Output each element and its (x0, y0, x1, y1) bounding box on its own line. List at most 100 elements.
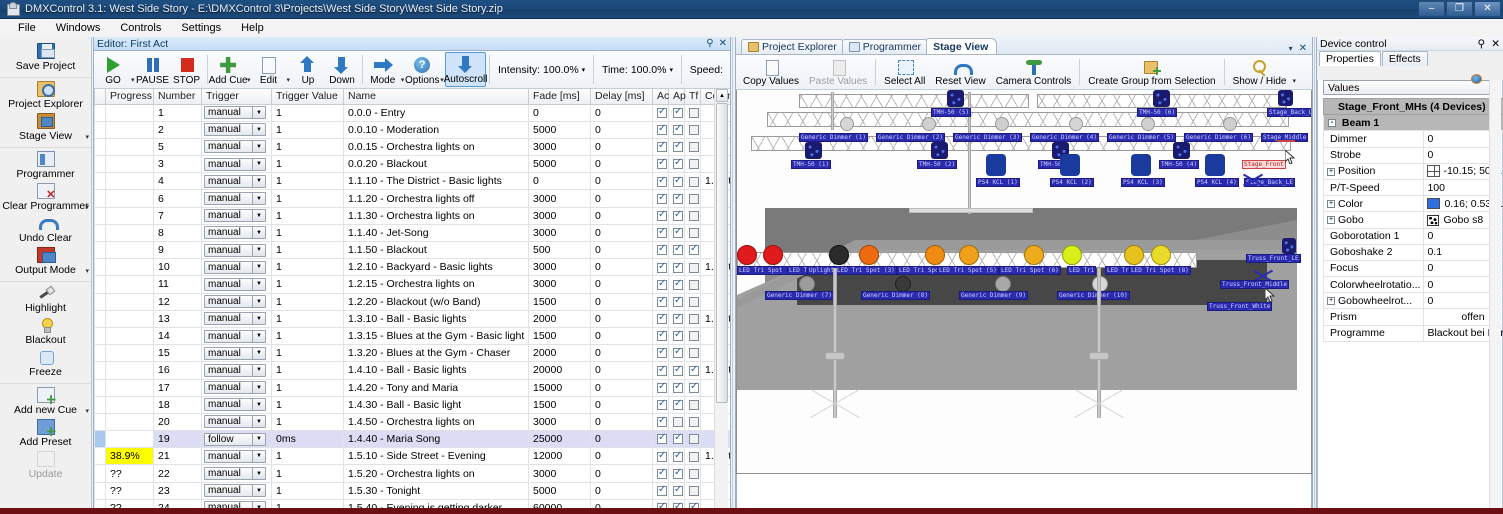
cell-ac[interactable] (652, 482, 669, 500)
chevron-down-icon[interactable]: ▾ (85, 203, 89, 211)
cell-fade[interactable]: 15000 (528, 379, 591, 397)
cell-ac[interactable] (652, 275, 669, 294)
show-hide-dropdown-icon[interactable]: ▾ (1293, 56, 1297, 88)
programmer-button[interactable]: Programmer (0, 150, 91, 182)
cell-delay[interactable]: 0 (590, 155, 653, 174)
cell-trigger[interactable]: manual▼ (201, 121, 272, 139)
cell-trigger-value[interactable]: 1 (271, 482, 344, 500)
fixture-generic-dimmer-1[interactable] (840, 117, 854, 131)
cell-tf[interactable] (684, 430, 701, 449)
checkbox[interactable] (689, 243, 699, 256)
fixture-label[interactable]: Generic Dimmer (10) (1057, 291, 1130, 300)
table-row[interactable]: ?? 22 manual ▼ 1 1.5.20 - Orchestra lights on… (94, 464, 730, 483)
cell-ap[interactable] (668, 464, 685, 483)
row-handle[interactable] (94, 138, 106, 157)
cell-fade[interactable]: 3000 (528, 413, 591, 432)
checkbox[interactable] (657, 209, 667, 221)
cell-number[interactable]: 9 (153, 241, 202, 260)
cell-name[interactable]: 1.1.30 - Orchestra lights on (343, 207, 529, 225)
table-row[interactable]: 1 manual ▼ 1 0.0.0 - Entry 0 0 (94, 104, 730, 122)
cell-tf[interactable] (684, 104, 701, 122)
chevron-down-icon[interactable]: ▾ (85, 133, 89, 141)
fixture-label[interactable]: PS4 KCL (4) (1195, 178, 1239, 187)
checkbox[interactable] (673, 398, 683, 410)
fixture-label[interactable]: PS4 KCL (3) (1121, 178, 1165, 187)
cell-name[interactable]: 1.2.15 - Orchestra lights on (343, 275, 529, 294)
checkbox[interactable] (673, 106, 683, 118)
checkbox[interactable] (673, 450, 683, 462)
checkbox[interactable] (657, 261, 667, 273)
cell-trigger-value[interactable]: 1 (271, 155, 344, 174)
reset-view-button[interactable]: Reset View (930, 56, 990, 88)
cell-tf[interactable] (684, 327, 701, 346)
row-handle[interactable] (94, 379, 106, 397)
cell-ap[interactable] (668, 413, 685, 432)
checkbox[interactable] (673, 312, 683, 325)
checkbox[interactable] (689, 381, 699, 393)
checkbox[interactable] (689, 193, 699, 204)
cell-tf[interactable] (684, 396, 701, 414)
cell-trigger[interactable]: manual▼ (201, 310, 272, 328)
color-swatch-icon[interactable] (1427, 198, 1441, 210)
undo-clear-button[interactable]: Undo Clear (0, 214, 91, 246)
cell-trigger[interactable]: manual▼ (201, 361, 272, 380)
add-preset-button[interactable]: Add Preset (0, 418, 91, 450)
down-button[interactable]: Down (325, 52, 359, 87)
cell-fade[interactable]: 3000 (528, 189, 591, 208)
fixture-led-tri-8[interactable] (1124, 245, 1144, 265)
cell-trigger-value[interactable]: 1 (271, 310, 344, 328)
cell-ac[interactable] (652, 310, 669, 328)
cell-name[interactable]: 1.4.20 - Tony and Maria (343, 379, 529, 397)
table-row[interactable]: 38.9% 21 manual ▼ 1 1.5.10 - Side Street - Ev… (94, 447, 730, 466)
trigger-combobox[interactable]: manual▼ (204, 174, 266, 188)
add-cue-toolbar-button[interactable]: Add Cue (209, 52, 248, 87)
trigger-combobox[interactable]: manual▼ (204, 157, 266, 171)
cell-fade[interactable]: 1500 (528, 293, 591, 311)
fixture-label[interactable]: PS4 KCL (2) (1050, 178, 1094, 187)
cell-tf[interactable] (684, 310, 701, 328)
cell-number[interactable]: 16 (153, 361, 202, 380)
trigger-combobox[interactable]: manual▼ (204, 346, 266, 360)
cell-name[interactable]: 1.1.20 - Orchestra lights off (343, 189, 529, 208)
column-header-trigger-value[interactable]: Trigger Value (271, 89, 344, 105)
tab-project-explorer[interactable]: Project Explorer (741, 39, 846, 54)
fixture-led-tri-7[interactable] (1062, 245, 1082, 265)
cell-tf[interactable] (684, 138, 701, 157)
cell-fade[interactable]: 3000 (528, 275, 591, 294)
fixture-label[interactable]: TMH-50 (6) (1137, 108, 1178, 117)
cell-trigger[interactable]: manual▼ (201, 344, 272, 363)
tab-effects[interactable]: Effects (1381, 51, 1428, 66)
row-handle[interactable] (94, 293, 106, 311)
table-row[interactable]: 8 manual ▼ 1 1.1.40 - Jet-Song 3000 0 (94, 224, 730, 243)
checkbox[interactable] (657, 243, 667, 256)
cell-trigger-value[interactable]: 1 (271, 138, 344, 157)
table-row[interactable]: 5 manual ▼ 1 0.0.15 - Orchestra lights on 300… (94, 138, 730, 157)
cell-fade[interactable]: 3000 (528, 138, 591, 157)
checkbox[interactable] (673, 484, 683, 496)
device-control-scrollbar[interactable] (1489, 80, 1501, 514)
chevron-down-icon[interactable]: ▼ (252, 330, 265, 342)
trigger-combobox[interactable]: manual▼ (204, 484, 266, 498)
trigger-combobox[interactable]: manual▼ (204, 277, 266, 291)
panel-divider[interactable] (1314, 37, 1315, 514)
scroll-up-icon[interactable]: ▲ (716, 89, 728, 102)
fixture-led-tri-spot-4[interactable] (925, 245, 945, 265)
row-handle[interactable] (94, 310, 106, 328)
cell-ap[interactable] (668, 482, 685, 500)
cell-ac[interactable] (652, 104, 669, 122)
fixture-generic-dimmer-7[interactable] (799, 276, 815, 292)
cell-trigger-value[interactable]: 1 (271, 396, 344, 414)
checkbox[interactable] (657, 381, 667, 393)
checkbox[interactable] (689, 451, 699, 462)
fixture-label[interactable]: Generic Dimmer (8) (861, 291, 931, 300)
checkbox[interactable] (673, 140, 683, 153)
cell-ac[interactable] (652, 361, 669, 380)
tab-close-icon[interactable]: ✕ (1299, 43, 1307, 54)
row-handle[interactable] (94, 413, 106, 432)
cell-ac[interactable] (652, 138, 669, 157)
cell-tf[interactable] (684, 361, 701, 380)
cell-trigger[interactable]: manual▼ (201, 293, 272, 311)
cell-delay[interactable]: 0 (590, 189, 653, 208)
chevron-down-icon[interactable]: ▼ (252, 227, 265, 239)
cell-fade[interactable]: 12000 (528, 447, 591, 466)
